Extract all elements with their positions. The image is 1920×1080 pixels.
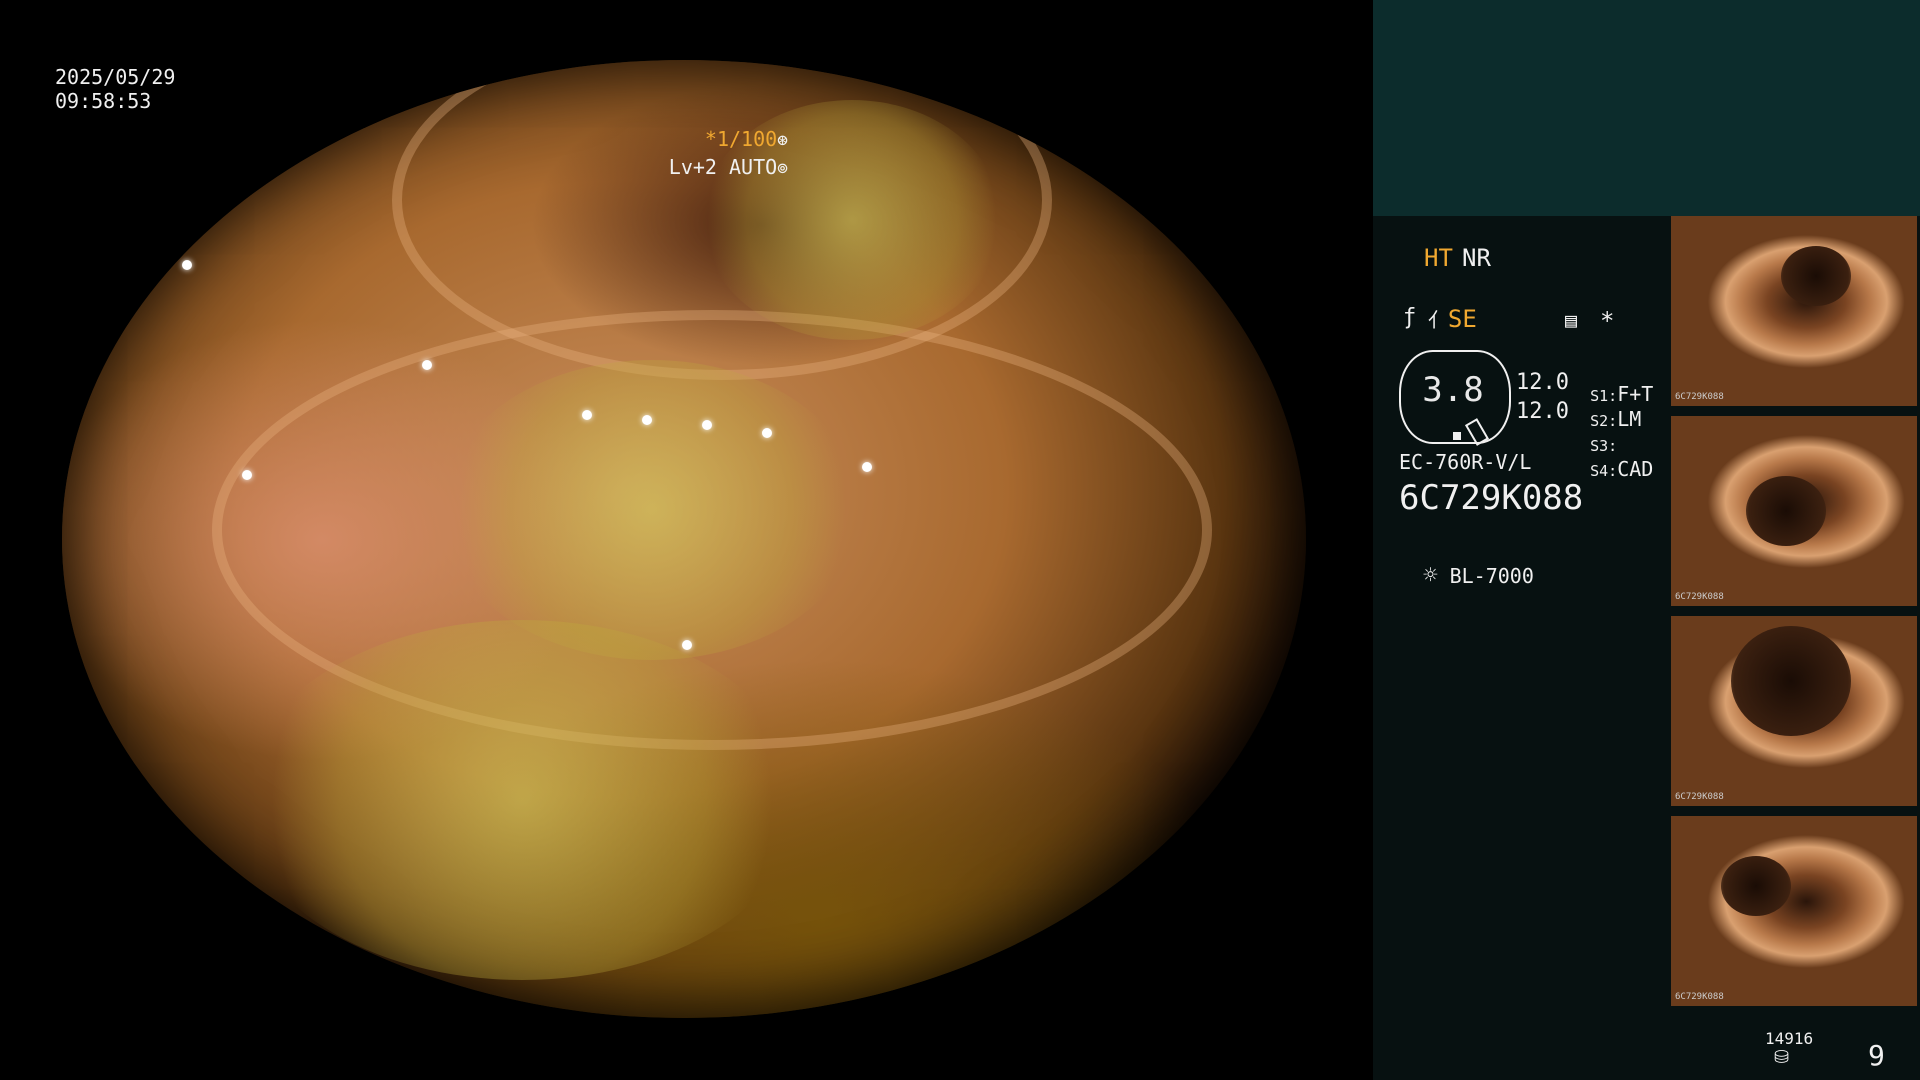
image-counter: 14916 xyxy=(1765,1029,1814,1048)
gauge-left-value: 12.0 xyxy=(1516,370,1569,395)
light-reflection xyxy=(582,410,592,420)
light-reflection xyxy=(642,415,652,425)
lumen xyxy=(1781,246,1851,306)
thumbnail-2[interactable]: 6C729K088 xyxy=(1671,416,1917,606)
thumbnail-caption: 6C729K088 xyxy=(1675,592,1724,602)
fan-icon: ⺅ xyxy=(1427,308,1448,332)
lumen xyxy=(1721,856,1791,916)
gauge-right-value: 12.0 xyxy=(1516,399,1569,424)
thumbnail-caption: 6C729K088 xyxy=(1675,392,1724,402)
lumen xyxy=(1746,476,1826,546)
f-icon: ƒ xyxy=(1403,305,1417,330)
database-icon: ⛁ xyxy=(1774,1047,1790,1068)
exam-date: 2025/05/29 xyxy=(55,65,176,89)
thumbnail-4[interactable]: 6C729K088 xyxy=(1671,816,1917,1006)
exam-time: 09:58:53 xyxy=(55,89,152,113)
bubble-froth xyxy=(242,620,802,980)
thumbnail-1[interactable]: 6C729K088 xyxy=(1671,216,1917,406)
page-number: 9 xyxy=(1868,1039,1885,1072)
exposure-level: Lv+2 AUTO⊚ xyxy=(621,128,788,208)
exposure-level-text: Lv+2 AUTO xyxy=(668,155,778,179)
gauge-marker xyxy=(1453,432,1461,440)
ht-indicator: HT xyxy=(1424,244,1453,272)
light-reflection xyxy=(242,470,252,480)
bubble-froth xyxy=(442,360,862,660)
light-reflection xyxy=(862,462,872,472)
light-reflection xyxy=(182,260,192,270)
menu-icon: ▤ xyxy=(1565,308,1578,332)
star-indicator: * xyxy=(1600,307,1615,335)
iris-icon: ⊚ xyxy=(777,157,788,179)
light-reflection xyxy=(702,420,712,430)
light-reflection xyxy=(682,640,692,650)
s4-label: S4: xyxy=(1590,462,1618,480)
light-reflection xyxy=(422,360,432,370)
light-reflection xyxy=(762,428,772,438)
thumbnail-3[interactable]: 6C729K088 xyxy=(1671,616,1917,806)
se-label: SE xyxy=(1447,305,1477,333)
scope-serial: 6C729K088 xyxy=(1399,478,1584,518)
scope-model: EC-760R-V/L xyxy=(1399,450,1532,474)
gauge-value: 3.8 xyxy=(1422,370,1484,410)
nr-indicator: NR xyxy=(1462,244,1491,272)
lumen xyxy=(1731,626,1851,736)
panel-header-area xyxy=(1373,0,1920,216)
light-source-model: BL-7000 xyxy=(1449,564,1534,588)
endoscope-view: 2025/05/29 09:58:53 *1/100⊛ Lv+2 AUTO⊚ xyxy=(0,0,1373,1080)
thumbnail-caption: 6C729K088 xyxy=(1675,992,1724,1002)
light-source: ☼ BL-7000 xyxy=(1399,530,1534,591)
s4-value: CAD xyxy=(1617,457,1654,481)
lamp-icon: ☼ xyxy=(1423,561,1438,589)
thumbnail-caption: 6C729K088 xyxy=(1675,792,1724,802)
